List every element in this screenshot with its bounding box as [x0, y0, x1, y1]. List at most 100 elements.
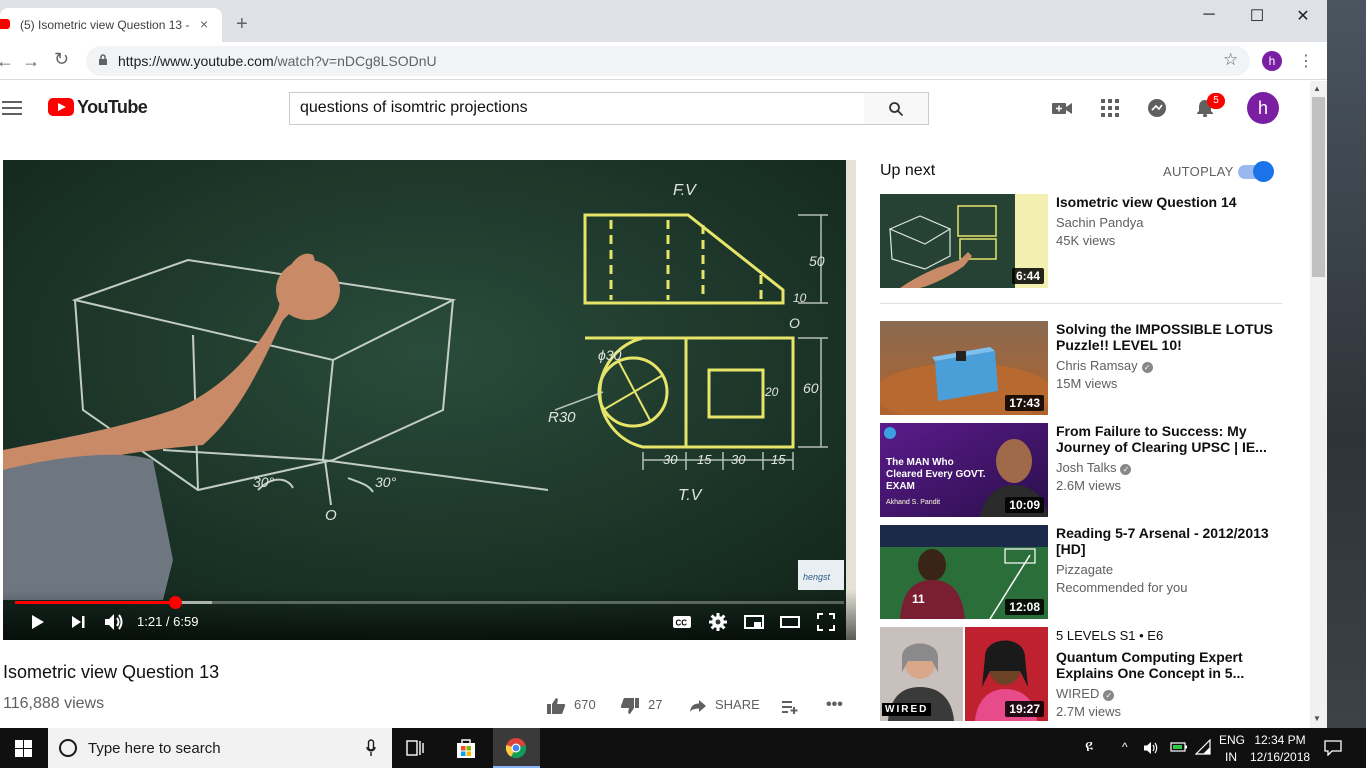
- people-icon[interactable]: ዩ: [1085, 738, 1093, 756]
- clock-date: 12/16/2018: [1250, 750, 1311, 764]
- recommendation-channel[interactable]: WIRED ✓: [1056, 685, 1115, 703]
- recommendation-title[interactable]: From Failure to Success: My Journey of C…: [1056, 423, 1276, 455]
- subtitles-icon[interactable]: CC: [672, 615, 692, 629]
- volume-icon[interactable]: [104, 613, 124, 631]
- recommendation-channel[interactable]: Sachin Pandya: [1056, 214, 1143, 232]
- recommendation-item[interactable]: 6:44 Isometric view Question 14 Sachin P…: [880, 194, 1300, 290]
- settings-gear-icon[interactable]: [709, 613, 727, 631]
- recommendation-channel[interactable]: Josh Talks ✓: [1056, 459, 1132, 477]
- task-view-icon[interactable]: [406, 740, 424, 756]
- scroll-down-icon[interactable]: ▼: [1313, 714, 1321, 723]
- add-to-playlist-icon[interactable]: [781, 700, 799, 714]
- store-icon[interactable]: [455, 737, 477, 759]
- video-thumbnail[interactable]: 6:44: [880, 194, 1048, 288]
- account-avatar[interactable]: h: [1247, 92, 1279, 124]
- youtube-header: YouTube questions of isomtric projection…: [0, 81, 1310, 135]
- browser-menu-icon[interactable]: ⋮: [1298, 51, 1314, 71]
- menu-icon[interactable]: [2, 101, 22, 115]
- next-icon[interactable]: [71, 615, 85, 629]
- angle-left-label: 30°: [253, 474, 275, 490]
- action-center-icon[interactable]: [1324, 740, 1342, 756]
- like-count: 670: [574, 697, 596, 712]
- close-window-button[interactable]: ✕: [1280, 6, 1326, 26]
- recommendation-views: 2.6M views: [1056, 478, 1122, 493]
- video-player[interactable]: F.V T.V ϕ30 R30 50 60 10 20 30 15 30 15 …: [3, 160, 856, 640]
- language-indicator[interactable]: ENG IN: [1219, 733, 1245, 764]
- recommendation-title[interactable]: Isometric view Question 14: [1056, 194, 1276, 210]
- back-icon[interactable]: ←: [0, 51, 14, 72]
- recommendation-channel[interactable]: Chris Ramsay ✓: [1056, 357, 1153, 375]
- scroll-up-icon[interactable]: ▲: [1313, 84, 1321, 93]
- address-bar[interactable]: https://www.youtube.com/watch?v=nDCg8LSO…: [86, 46, 1250, 76]
- recommendation-item[interactable]: WIRED 19:27 5 LEVELS S1 • E6 Quantum Com…: [880, 627, 1300, 723]
- messages-icon[interactable]: [1146, 98, 1168, 118]
- progress-played: [15, 601, 175, 604]
- bookmark-star-icon[interactable]: ☆: [1223, 50, 1238, 70]
- recommendation-title[interactable]: Solving the IMPOSSIBLE LOTUS Puzzle!! LE…: [1056, 321, 1276, 353]
- volume-tray-icon[interactable]: [1143, 741, 1159, 755]
- video-thumbnail[interactable]: 11 12:08: [880, 525, 1048, 619]
- search-button[interactable]: [864, 92, 929, 125]
- thumbnail-text: The MAN Who Cleared Every GOVT. EXAM: [886, 457, 986, 492]
- show-hidden-icons[interactable]: ^: [1122, 740, 1128, 754]
- search-box[interactable]: [289, 92, 865, 125]
- recommendation-item[interactable]: The MAN Who Cleared Every GOVT. EXAM Akh…: [880, 423, 1300, 519]
- tab-active[interactable]: (5) Isometric view Question 13 - Yo ×: [0, 8, 222, 42]
- scrollbar-thumb[interactable]: [1312, 97, 1325, 277]
- taskbar-search-box[interactable]: Type here to search: [48, 728, 392, 768]
- tab-close-icon[interactable]: ×: [200, 16, 208, 32]
- forward-icon[interactable]: →: [22, 51, 40, 72]
- like-icon[interactable]: [546, 697, 566, 715]
- video-thumbnail[interactable]: WIRED 19:27: [880, 627, 1048, 721]
- more-actions-icon[interactable]: •••: [826, 696, 843, 714]
- dim-bottom-4: 15: [771, 452, 786, 467]
- autoplay-toggle-knob[interactable]: [1253, 161, 1274, 182]
- clock[interactable]: 12:34 PM 12/16/2018: [1250, 733, 1310, 764]
- verified-icon: ✓: [1103, 690, 1115, 701]
- r30-label: R30: [548, 409, 576, 426]
- recommendation-item[interactable]: 11 12:08 Reading 5-7 Arsenal - 2012/2013…: [880, 525, 1300, 621]
- dim-bottom-2: 15: [697, 452, 712, 467]
- dim-bottom-3: 30: [731, 452, 746, 467]
- theater-mode-icon[interactable]: [780, 615, 800, 629]
- svg-text:CC: CC: [676, 619, 688, 628]
- new-tab-button[interactable]: +: [236, 14, 248, 34]
- recommendation-title[interactable]: Reading 5-7 Arsenal - 2012/2013 [HD]: [1056, 525, 1276, 557]
- recommendation-title[interactable]: Quantum Computing Expert Explains One Co…: [1056, 649, 1276, 681]
- dim-bottom-1: 30: [663, 452, 678, 467]
- scrubber-handle[interactable]: [168, 596, 182, 609]
- search-input[interactable]: [290, 93, 850, 123]
- tab-bar: (5) Isometric view Question 13 - Yo × + …: [0, 0, 1327, 42]
- recommendation-item[interactable]: 17:43 Solving the IMPOSSIBLE LOTUS Puzzl…: [880, 321, 1300, 417]
- play-icon[interactable]: [31, 614, 45, 630]
- battery-icon[interactable]: [1170, 740, 1188, 754]
- fv-label: F.V: [673, 182, 697, 199]
- tab-title: (5) Isometric view Question 13 - Yo: [20, 18, 190, 32]
- dim-60: 60: [803, 380, 819, 396]
- maximize-button[interactable]: ☐: [1234, 6, 1280, 26]
- recommendation-views: Recommended for you: [1056, 580, 1188, 595]
- fullscreen-icon[interactable]: [817, 613, 835, 631]
- dislike-icon[interactable]: [620, 697, 640, 715]
- microphone-icon[interactable]: [366, 739, 376, 757]
- recommendation-channel[interactable]: Pizzagate: [1056, 561, 1113, 579]
- create-video-icon[interactable]: [1051, 98, 1073, 118]
- reload-icon[interactable]: ↻: [54, 49, 69, 70]
- miniplayer-icon[interactable]: [744, 615, 764, 629]
- share-icon[interactable]: [689, 699, 707, 713]
- windows-start-icon[interactable]: [15, 740, 32, 757]
- profile-avatar[interactable]: h: [1262, 51, 1282, 71]
- video-thumbnail[interactable]: 17:43: [880, 321, 1048, 415]
- tv-label: T.V: [678, 487, 703, 504]
- share-button[interactable]: SHARE: [715, 697, 760, 712]
- cortana-icon: [59, 739, 77, 757]
- youtube-logo-text[interactable]: YouTube: [77, 97, 148, 118]
- minimize-button[interactable]: ─: [1186, 6, 1232, 24]
- apps-grid-icon[interactable]: [1099, 98, 1121, 118]
- youtube-logo-icon[interactable]: [48, 98, 74, 116]
- video-thumbnail[interactable]: The MAN Who Cleared Every GOVT. EXAM Akh…: [880, 423, 1048, 517]
- taskbar-chrome-active[interactable]: [493, 728, 540, 768]
- wifi-icon[interactable]: [1195, 739, 1211, 755]
- recommendation-views: 15M views: [1056, 376, 1118, 391]
- view-count: 116,888 views: [3, 695, 105, 712]
